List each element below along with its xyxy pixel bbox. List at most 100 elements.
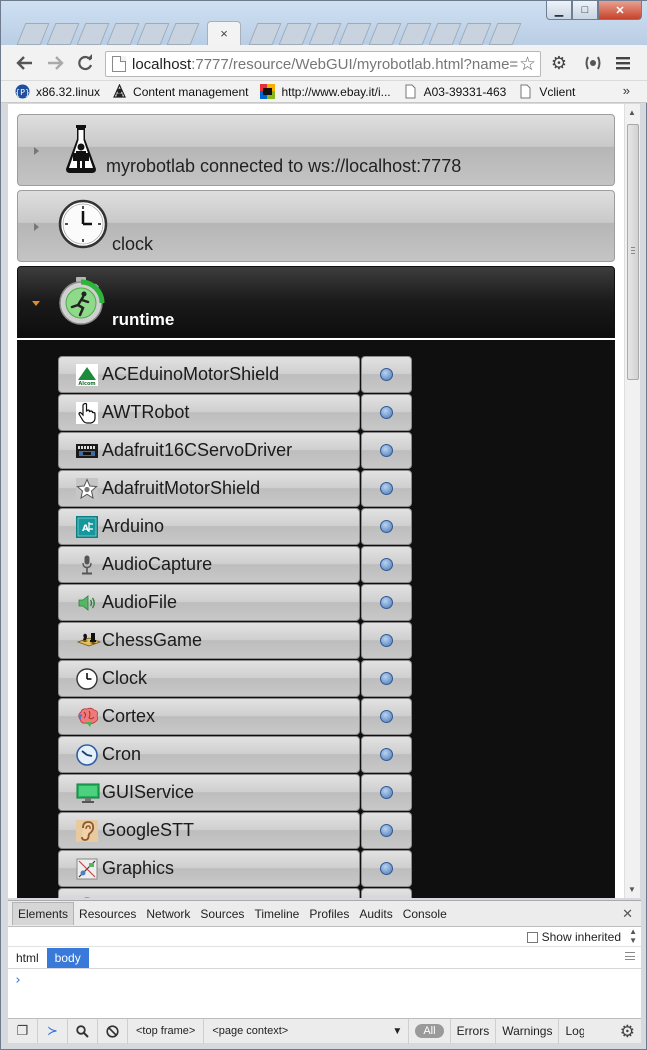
- filter-log-button[interactable]: Log: [558, 1018, 584, 1044]
- background-tab[interactable]: [458, 23, 492, 45]
- service-info-button[interactable]: [361, 812, 412, 849]
- forward-button[interactable]: [43, 51, 67, 75]
- background-tab[interactable]: [106, 23, 140, 45]
- maximize-button[interactable]: □: [572, 1, 598, 20]
- scrollbar-thumb[interactable]: [627, 124, 639, 380]
- devtools-tab-network[interactable]: Network: [141, 903, 195, 925]
- service-info-button[interactable]: [361, 470, 412, 507]
- devtools-settings-icon[interactable]: ⚙: [620, 1022, 635, 1042]
- extension-icon[interactable]: [582, 52, 604, 74]
- service-button[interactable]: Graphics: [58, 850, 360, 887]
- collapsed-caret-icon[interactable]: [34, 147, 39, 155]
- collapsed-caret-icon[interactable]: [34, 223, 39, 231]
- service-button[interactable]: GoogleSTT: [58, 812, 360, 849]
- background-tab[interactable]: [166, 23, 200, 45]
- service-info-button[interactable]: [361, 774, 412, 811]
- console-input[interactable]: ›: [8, 969, 641, 1017]
- background-tab[interactable]: [428, 23, 462, 45]
- connection-panel[interactable]: myrobotlab connected to ws://localhost:7…: [17, 114, 615, 186]
- expanded-caret-icon[interactable]: [32, 301, 40, 306]
- devtools-tab-sources[interactable]: Sources: [195, 903, 249, 925]
- service-button[interactable]: [58, 888, 360, 898]
- menu-icon[interactable]: [612, 52, 634, 74]
- devtools-tab-console[interactable]: Console: [398, 903, 452, 925]
- service-button[interactable]: Alcom ACEduinoMotorShield: [58, 356, 360, 393]
- bookmark-item[interactable]: Content management: [112, 83, 248, 99]
- filter-errors-button[interactable]: Errors: [449, 1018, 496, 1044]
- service-button[interactable]: AudioFile: [58, 584, 360, 621]
- service-info-button[interactable]: [361, 584, 412, 621]
- bookmark-item[interactable]: Vclient: [518, 84, 575, 99]
- devtools-close-icon[interactable]: ✕: [622, 906, 633, 922]
- background-tab[interactable]: [368, 23, 402, 45]
- clear-console-icon[interactable]: [98, 1018, 128, 1044]
- background-tab[interactable]: [248, 23, 282, 45]
- service-button[interactable]: Clock: [58, 660, 360, 697]
- service-info-button[interactable]: [361, 508, 412, 545]
- background-tab[interactable]: [136, 23, 170, 45]
- devtools-tab-elements[interactable]: Elements: [12, 902, 75, 925]
- back-button[interactable]: [13, 51, 37, 75]
- service-button[interactable]: A Arduino: [58, 508, 360, 545]
- service-info-button[interactable]: [361, 356, 412, 393]
- service-info-button[interactable]: [361, 432, 412, 469]
- background-tab[interactable]: [76, 23, 110, 45]
- service-info-button[interactable]: [361, 850, 412, 887]
- bookmark-item[interactable]: A03-39331-463: [403, 84, 506, 99]
- show-console-icon[interactable]: ≻: [38, 1018, 68, 1044]
- console-drawer-icon[interactable]: [625, 952, 635, 960]
- service-info-button[interactable]: [361, 622, 412, 659]
- service-info-button[interactable]: [361, 546, 412, 583]
- background-tab[interactable]: [488, 23, 522, 45]
- background-tab[interactable]: [46, 23, 80, 45]
- breadcrumb-body[interactable]: body: [46, 947, 89, 968]
- scroll-up-icon[interactable]: ▲: [628, 108, 636, 117]
- service-button[interactable]: Cortex: [58, 698, 360, 735]
- gear-icon[interactable]: ⚙: [548, 52, 570, 74]
- background-tab[interactable]: [338, 23, 372, 45]
- close-window-button[interactable]: ✕: [598, 1, 642, 20]
- reload-button[interactable]: [73, 51, 97, 75]
- bookmark-star-icon[interactable]: ☆: [519, 53, 536, 76]
- service-info-button[interactable]: [361, 888, 412, 898]
- background-tab[interactable]: [308, 23, 342, 45]
- runtime-panel[interactable]: runtime: [17, 266, 615, 338]
- scroll-down-icon[interactable]: ▼: [628, 885, 636, 894]
- frame-select[interactable]: <top frame>: [128, 1018, 205, 1044]
- background-tab[interactable]: [16, 23, 50, 45]
- service-info-button[interactable]: [361, 394, 412, 431]
- breadcrumb-html[interactable]: html: [8, 948, 47, 968]
- background-tab[interactable]: [278, 23, 312, 45]
- service-button[interactable]: Cron: [58, 736, 360, 773]
- show-inherited-checkbox[interactable]: [526, 931, 538, 943]
- dock-toggle-icon[interactable]: ❐: [8, 1018, 38, 1044]
- address-bar[interactable]: localhost:7777/resource/WebGUI/myrobotla…: [105, 51, 541, 77]
- background-tab[interactable]: [398, 23, 432, 45]
- devtools-tab-audits[interactable]: Audits: [354, 903, 397, 925]
- tab-close-icon[interactable]: ×: [220, 26, 228, 41]
- filter-warnings-button[interactable]: Warnings: [495, 1018, 558, 1044]
- search-icon[interactable]: [68, 1018, 98, 1044]
- bookmark-item[interactable]: {P} x86.32.linux: [15, 84, 100, 99]
- filter-all-button[interactable]: All: [415, 1024, 444, 1038]
- minimize-button[interactable]: ▁: [546, 1, 572, 20]
- context-select[interactable]: <page context> ▼: [204, 1018, 410, 1044]
- service-info-button[interactable]: [361, 660, 412, 697]
- show-inherited-toggle[interactable]: Show inherited: [526, 930, 621, 944]
- sidebar-resize-icon[interactable]: ▲ ▼: [629, 927, 637, 945]
- service-info-button[interactable]: [361, 698, 412, 735]
- active-tab[interactable]: ×: [207, 21, 241, 45]
- service-button[interactable]: AWTRobot: [58, 394, 360, 431]
- service-button[interactable]: AdafruitMotorShield: [58, 470, 360, 507]
- service-button[interactable]: ChessGame: [58, 622, 360, 659]
- bookmarks-overflow-button[interactable]: »: [623, 83, 630, 98]
- service-button[interactable]: GUIService: [58, 774, 360, 811]
- clock-panel[interactable]: clock: [17, 190, 615, 262]
- bookmark-item[interactable]: http://www.ebay.it/i...: [260, 84, 391, 99]
- service-info-button[interactable]: [361, 736, 412, 773]
- page-scrollbar[interactable]: ▲ ▼: [624, 104, 640, 898]
- devtools-tab-resources[interactable]: Resources: [74, 903, 141, 925]
- service-button[interactable]: AudioCapture: [58, 546, 360, 583]
- service-button[interactable]: Adafruit16CServoDriver: [58, 432, 360, 469]
- devtools-tab-profiles[interactable]: Profiles: [304, 903, 354, 925]
